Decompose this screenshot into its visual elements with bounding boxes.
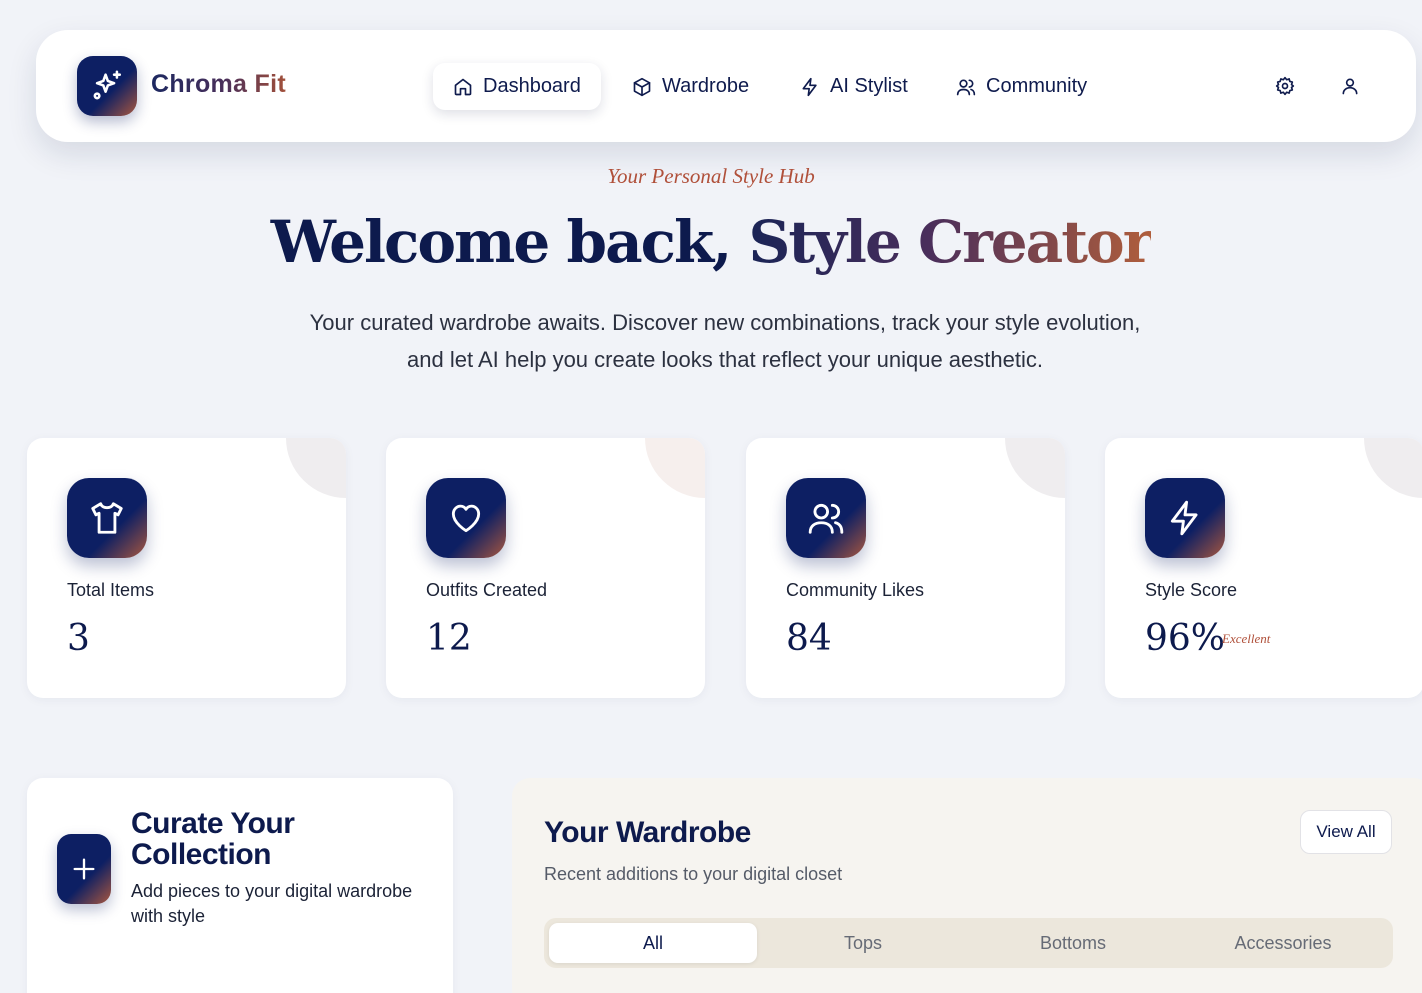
profile-button[interactable] <box>1338 74 1362 98</box>
hero-title: Welcome back, Style Creator <box>0 208 1422 276</box>
nav-wardrobe-label: Wardrobe <box>662 75 750 97</box>
curate-title: Curate Your Collection <box>131 807 295 871</box>
wardrobe-panel: Your Wardrobe Recent additions to your d… <box>512 778 1422 993</box>
stat-card-total-items[interactable]: Total Items 3 <box>27 438 346 698</box>
card-decoration <box>1364 438 1422 498</box>
box-icon <box>632 77 652 97</box>
view-all-button[interactable]: View All <box>1300 810 1392 854</box>
hero-title-part1: Welcome back, <box>270 208 749 276</box>
gear-icon <box>1275 76 1295 96</box>
brand-logo[interactable] <box>77 56 137 116</box>
stat-label: Community Likes <box>786 580 925 600</box>
nav-ai-stylist[interactable]: AI Stylist <box>780 63 928 110</box>
nav-community-label: Community <box>986 75 1088 97</box>
hero-subtitle: Your curated wardrobe awaits. Discover n… <box>309 310 1141 372</box>
wardrobe-filter-tabs: All Tops Bottoms Accessories <box>544 918 1393 968</box>
tab-all[interactable]: All <box>549 923 757 963</box>
stat-value: 3 <box>67 618 90 659</box>
users-icon <box>808 503 844 534</box>
user-icon <box>1342 78 1358 95</box>
curate-collection-card[interactable]: Curate Your Collection Add pieces to you… <box>27 778 453 993</box>
stat-card-outfits-created[interactable]: Outfits Created 12 <box>386 438 705 698</box>
stat-label: Outfits Created <box>426 580 548 600</box>
wardrobe-description: Recent additions to your digital closet <box>544 864 843 884</box>
stat-card-community-likes[interactable]: Community Likes 84 <box>746 438 1065 698</box>
users-icon <box>956 77 976 97</box>
add-item-button[interactable] <box>57 834 111 904</box>
settings-button[interactable] <box>1273 74 1297 98</box>
stat-value: 84 <box>786 618 832 659</box>
nav-dashboard[interactable]: Dashboard <box>433 63 601 110</box>
heart-icon <box>451 504 481 533</box>
stat-value: 12 <box>426 618 472 659</box>
top-navbar: Chroma Fit Dashboard Wardrobe AI Stylist… <box>36 30 1416 142</box>
curate-text: Add pieces to your digital wardrobe with… <box>131 881 413 926</box>
wardrobe-title: Your Wardrobe <box>544 816 751 849</box>
lightning-icon <box>800 77 820 97</box>
nav-dashboard-label: Dashboard <box>483 75 581 97</box>
stat-value: 96% <box>1145 618 1226 659</box>
nav-community[interactable]: Community <box>936 63 1107 110</box>
stat-icon-tile <box>786 478 866 558</box>
lightning-icon <box>1170 500 1198 536</box>
card-decoration <box>645 438 705 498</box>
brand-name[interactable]: Chroma Fit <box>151 70 286 99</box>
sparkles-icon <box>93 70 122 100</box>
stat-icon-tile <box>1145 478 1225 558</box>
plus-icon <box>73 858 95 880</box>
stat-label: Total Items <box>67 580 155 600</box>
home-icon <box>453 77 473 97</box>
card-decoration <box>1005 438 1065 498</box>
stat-label: Style Score <box>1145 580 1238 600</box>
shirt-icon <box>91 502 123 534</box>
stat-rating-tag: Excellent <box>1222 631 1271 646</box>
hero-kicker: Your Personal Style Hub <box>607 164 815 188</box>
tab-tops[interactable]: Tops <box>759 923 967 963</box>
stat-card-style-score[interactable]: Style Score 96% Excellent <box>1105 438 1422 698</box>
hero-title-highlight: Style Creator <box>748 208 1154 276</box>
tab-bottoms[interactable]: Bottoms <box>969 923 1177 963</box>
nav-wardrobe[interactable]: Wardrobe <box>612 63 769 110</box>
card-decoration <box>286 438 346 498</box>
stat-icon-tile <box>67 478 147 558</box>
tab-accessories[interactable]: Accessories <box>1179 923 1387 963</box>
nav-ai-stylist-label: AI Stylist <box>830 75 908 97</box>
stat-icon-tile <box>426 478 506 558</box>
